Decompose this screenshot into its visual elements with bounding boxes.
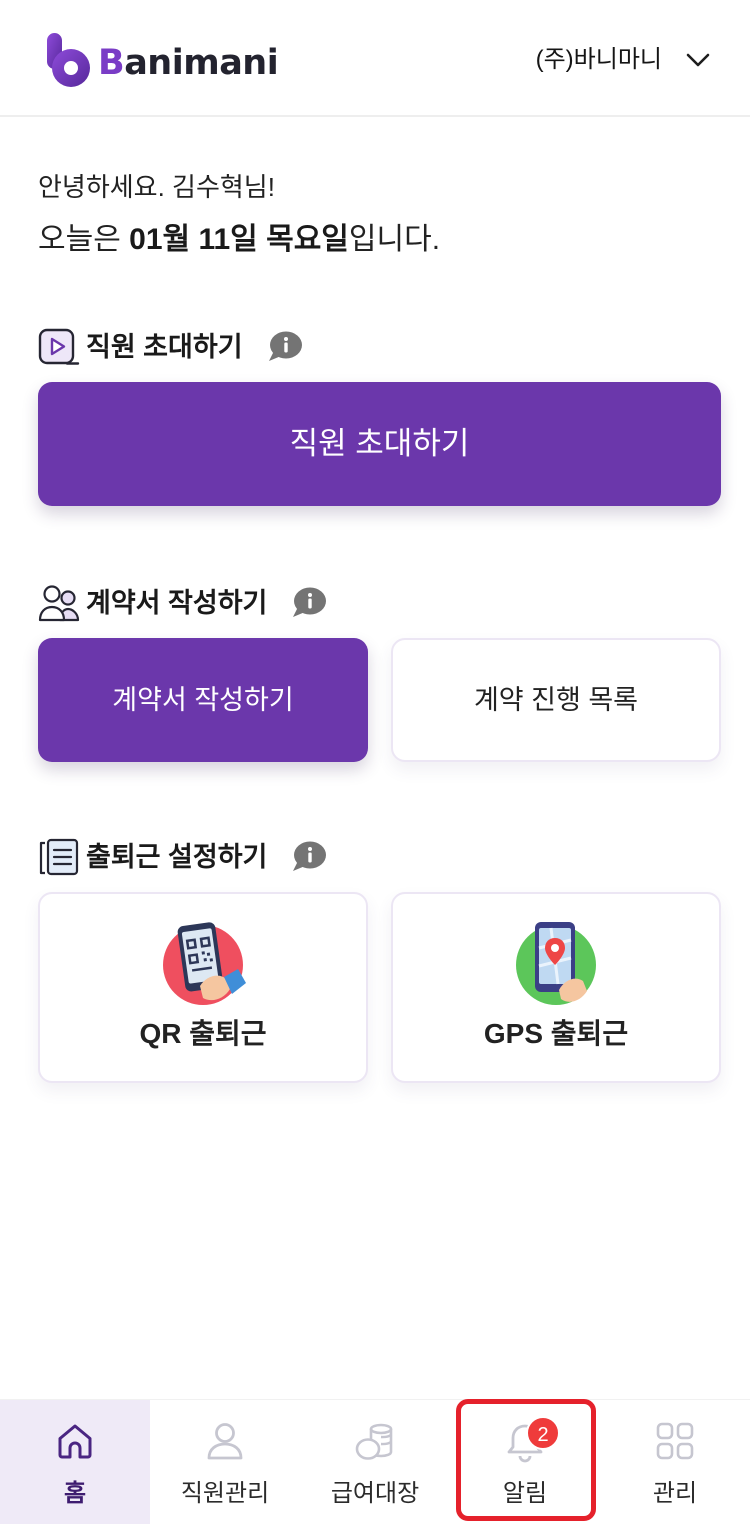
home-icon	[58, 1424, 92, 1459]
section-header-contract: 계약서 작성하기	[38, 583, 327, 623]
info-icon[interactable]	[291, 841, 327, 873]
greeting-text: 안녕하세요. 김수혁님!	[38, 172, 275, 202]
company-name: (주)바니마니	[535, 46, 662, 73]
qr-attendance-card[interactable]: QR 출퇴근	[38, 892, 368, 1083]
qr-phone-icon	[163, 922, 246, 1005]
company-selector[interactable]: (주)바니마니	[536, 40, 710, 80]
chevron-down-icon	[686, 53, 710, 67]
banimani-logo-icon	[47, 33, 90, 87]
section-title-invite: 직원 초대하기	[86, 332, 243, 362]
info-icon[interactable]	[291, 587, 327, 619]
notification-count-badge: 2	[526, 1416, 560, 1450]
nav-item-employees[interactable]: 직원관리	[150, 1400, 300, 1524]
gps-phone-icon	[516, 922, 596, 1005]
people-icon	[38, 585, 80, 622]
write-contract-button[interactable]: 계약서 작성하기	[38, 638, 368, 762]
bottom-nav: 홈 직원관리 급여대장 2 알림 관리	[0, 1399, 750, 1524]
contract-progress-list-label: 계약 진행 목록	[473, 685, 639, 715]
invite-employee-button[interactable]: 직원 초대하기	[38, 382, 721, 506]
app-logo[interactable]: Banimani	[44, 30, 279, 88]
gps-attendance-label: GPS 출퇴근	[483, 1018, 629, 1049]
nav-label-employees: 직원관리	[180, 1480, 270, 1507]
nav-item-payroll[interactable]: 급여대장	[300, 1400, 450, 1524]
document-list-icon	[39, 838, 79, 876]
app-header: Banimani (주)바니마니	[0, 0, 750, 117]
write-contract-button-label: 계약서 작성하기	[112, 685, 294, 715]
today-date-text: 오늘은 01월 11일 목요일입니다.	[38, 221, 440, 259]
section-title-contract: 계약서 작성하기	[86, 588, 268, 618]
date-suffix: 입니다.	[348, 223, 441, 256]
nav-item-notifications[interactable]: 2 알림	[450, 1400, 600, 1524]
section-header-invite: 직원 초대하기	[38, 327, 303, 367]
qr-attendance-label: QR 출퇴근	[139, 1018, 267, 1049]
section-title-attendance: 출퇴근 설정하기	[86, 842, 268, 872]
invite-employee-button-label: 직원 초대하기	[289, 426, 470, 461]
grid-icon	[656, 1422, 694, 1460]
date-value: 01월 11일 목요일	[129, 223, 349, 256]
info-icon[interactable]	[267, 331, 303, 363]
date-prefix: 오늘은	[38, 223, 130, 256]
nav-label-notifications: 알림	[502, 1480, 548, 1507]
invite-icon	[38, 328, 80, 365]
contract-progress-list-button[interactable]: 계약 진행 목록	[391, 638, 721, 762]
nav-item-home[interactable]: 홈	[0, 1400, 150, 1524]
nav-label-home: 홈	[63, 1480, 87, 1507]
nav-label-payroll: 급여대장	[330, 1480, 420, 1507]
coins-icon	[355, 1423, 393, 1460]
gps-attendance-card[interactable]: GPS 출퇴근	[391, 892, 721, 1083]
nav-item-management[interactable]: 관리	[600, 1400, 750, 1524]
section-header-attendance: 출퇴근 설정하기	[38, 837, 327, 877]
person-icon	[207, 1423, 243, 1460]
nav-label-management: 관리	[652, 1480, 698, 1507]
logo-text: Banimani	[98, 43, 279, 83]
